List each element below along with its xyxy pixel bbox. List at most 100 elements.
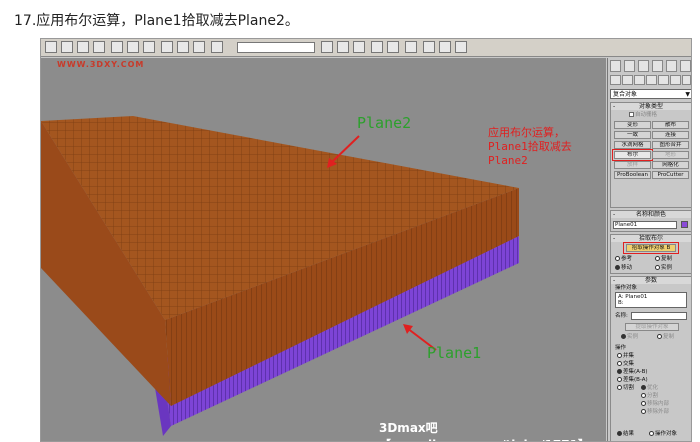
hierarchy-tab-icon[interactable] bbox=[638, 60, 649, 72]
motion-tab-icon[interactable] bbox=[652, 60, 663, 72]
boolean-note: 应用布尔运算， Plane1拾取减去 Plane2 bbox=[488, 126, 606, 168]
systems-icon[interactable] bbox=[682, 75, 691, 85]
radio-icon bbox=[655, 256, 660, 261]
rect-select-icon[interactable] bbox=[77, 41, 89, 53]
named-selection-field[interactable] bbox=[237, 42, 315, 53]
radio-icon bbox=[617, 353, 622, 358]
snap-icon[interactable] bbox=[211, 41, 223, 53]
remove-inside-radio[interactable]: 移除内部 bbox=[641, 401, 669, 408]
ref-coord-icon[interactable] bbox=[161, 41, 173, 53]
create-tab-icon[interactable] bbox=[610, 60, 621, 72]
extract-copy-radio[interactable]: 复制 bbox=[657, 334, 674, 341]
label-plane2: Plane2 bbox=[357, 114, 412, 132]
procutter-button[interactable]: ProCutter bbox=[652, 171, 689, 179]
render-frame-icon[interactable] bbox=[439, 41, 451, 53]
rollout-title[interactable]: - 名称和颜色 bbox=[611, 211, 691, 218]
category-dropdown[interactable]: 复合对象 ▼ bbox=[610, 89, 691, 99]
perspective-viewport[interactable]: WWW.3DXY.COM Plane2 Plane1 应用布尔运算， Plane… bbox=[41, 58, 606, 441]
layer-icon[interactable] bbox=[353, 41, 365, 53]
pivot-icon[interactable] bbox=[177, 41, 189, 53]
operand-name-field[interactable] bbox=[631, 312, 687, 320]
radio-icon bbox=[641, 401, 646, 406]
radio-icon bbox=[641, 409, 646, 414]
align-icon[interactable] bbox=[337, 41, 349, 53]
rollout-title[interactable]: - 对象类型 bbox=[611, 103, 691, 110]
scene-render bbox=[41, 116, 519, 436]
move-icon[interactable] bbox=[111, 41, 123, 53]
display-result-radio[interactable]: 结果 bbox=[617, 431, 634, 438]
mirror-icon[interactable] bbox=[321, 41, 333, 53]
lights-icon[interactable] bbox=[634, 75, 645, 85]
display-operands-radio[interactable]: 操作对象 bbox=[649, 431, 677, 438]
operands-list[interactable]: A: Plane01 B: bbox=[615, 292, 687, 308]
chevron-down-icon: ▼ bbox=[685, 91, 690, 98]
spacewarps-icon[interactable] bbox=[670, 75, 681, 85]
utilities-tab-icon[interactable] bbox=[680, 60, 691, 72]
morph-button[interactable]: 变形 bbox=[614, 121, 651, 129]
curve-editor-icon[interactable] bbox=[371, 41, 383, 53]
radio-icon bbox=[617, 385, 622, 390]
select-icon[interactable] bbox=[45, 41, 57, 53]
rollout-title[interactable]: - 参数 bbox=[611, 277, 691, 284]
move-radio[interactable]: 移动 bbox=[615, 265, 632, 272]
terrain-button[interactable]: 地形 bbox=[652, 151, 689, 159]
shapemerge-button[interactable]: 图形合并 bbox=[652, 141, 689, 149]
quick-render-icon[interactable] bbox=[455, 41, 467, 53]
copy-radio[interactable]: 复制 bbox=[655, 256, 672, 263]
schematic-icon[interactable] bbox=[387, 41, 399, 53]
refine-radio[interactable]: 优化 bbox=[641, 385, 658, 392]
manipulate-icon[interactable] bbox=[193, 41, 205, 53]
render-setup-icon[interactable] bbox=[423, 41, 435, 53]
radio-icon bbox=[641, 393, 646, 398]
subtract-ba-radio[interactable]: 差集(B-A) bbox=[617, 377, 648, 384]
union-radio[interactable]: 并集 bbox=[617, 353, 634, 360]
extract-operand-button[interactable]: 提取操作对象 bbox=[625, 323, 679, 331]
object-color-swatch[interactable] bbox=[681, 221, 688, 228]
object-name-field[interactable]: Plane01 bbox=[613, 221, 677, 229]
operands-label: 操作对象 bbox=[615, 285, 638, 291]
shapes-icon[interactable] bbox=[622, 75, 633, 85]
note-line: Plane1拾取减去 bbox=[488, 140, 572, 153]
radio-icon bbox=[615, 256, 620, 261]
note-line: 应用布尔运算， bbox=[488, 126, 565, 139]
object-name-value: Plane01 bbox=[615, 222, 638, 228]
autogrid-checkbox[interactable]: 自动栅格 bbox=[629, 112, 657, 119]
blobmesh-button[interactable]: 水滴网格 bbox=[614, 141, 651, 149]
command-panel: 复合对象 ▼ - 对象类型 自动栅格 变形 散布 一致 连接 水滴网格 图形合并 … bbox=[607, 58, 691, 441]
max-application-window: WWW.3DXY.COM Plane2 Plane1 应用布尔运算， Plane… bbox=[40, 38, 692, 442]
geometry-icon[interactable] bbox=[610, 75, 621, 85]
rollout-title[interactable]: - 拾取布尔 bbox=[611, 235, 691, 242]
cut-radio[interactable]: 切割 bbox=[617, 385, 634, 392]
modify-tab-icon[interactable] bbox=[624, 60, 635, 72]
subtract-ab-radio[interactable]: 差集(A-B) bbox=[617, 369, 648, 376]
select-by-name-icon[interactable] bbox=[61, 41, 73, 53]
split-radio[interactable]: 分割 bbox=[641, 393, 658, 400]
cameras-icon[interactable] bbox=[646, 75, 657, 85]
conform-button[interactable]: 一致 bbox=[614, 131, 651, 139]
instance-radio[interactable]: 实例 bbox=[655, 265, 672, 272]
tutorial-caption: 17.应用布尔运算，Plane1拾取减去Plane2。 bbox=[14, 13, 299, 29]
display-tab-icon[interactable] bbox=[666, 60, 677, 72]
connect-button[interactable]: 连接 bbox=[652, 131, 689, 139]
mesher-button[interactable]: 网格化 bbox=[652, 161, 689, 169]
extract-instance-radio[interactable]: 实例 bbox=[621, 334, 638, 341]
loft-button[interactable]: 放样 bbox=[614, 161, 651, 169]
reference-radio[interactable]: 参考 bbox=[615, 256, 632, 263]
window-crossing-icon[interactable] bbox=[93, 41, 105, 53]
list-item[interactable]: B: bbox=[618, 300, 684, 306]
radio-icon bbox=[615, 265, 620, 270]
command-panel-tabs bbox=[610, 60, 691, 74]
scatter-button[interactable]: 散布 bbox=[652, 121, 689, 129]
remove-outside-radio[interactable]: 移除外部 bbox=[641, 409, 669, 416]
main-toolbar bbox=[41, 39, 691, 57]
helpers-icon[interactable] bbox=[658, 75, 669, 85]
radio-icon bbox=[617, 431, 622, 436]
rotate-icon[interactable] bbox=[127, 41, 139, 53]
checkbox-icon bbox=[629, 112, 634, 117]
material-editor-icon[interactable] bbox=[405, 41, 417, 53]
rollout-pick-boolean: - 拾取布尔 拾取操作对象 B 参考 复制 移动 实例 bbox=[610, 234, 691, 274]
scale-icon[interactable] bbox=[143, 41, 155, 53]
radio-icon bbox=[617, 377, 622, 382]
proboolean-button[interactable]: ProBoolean bbox=[614, 171, 651, 179]
intersection-radio[interactable]: 交集 bbox=[617, 361, 634, 368]
